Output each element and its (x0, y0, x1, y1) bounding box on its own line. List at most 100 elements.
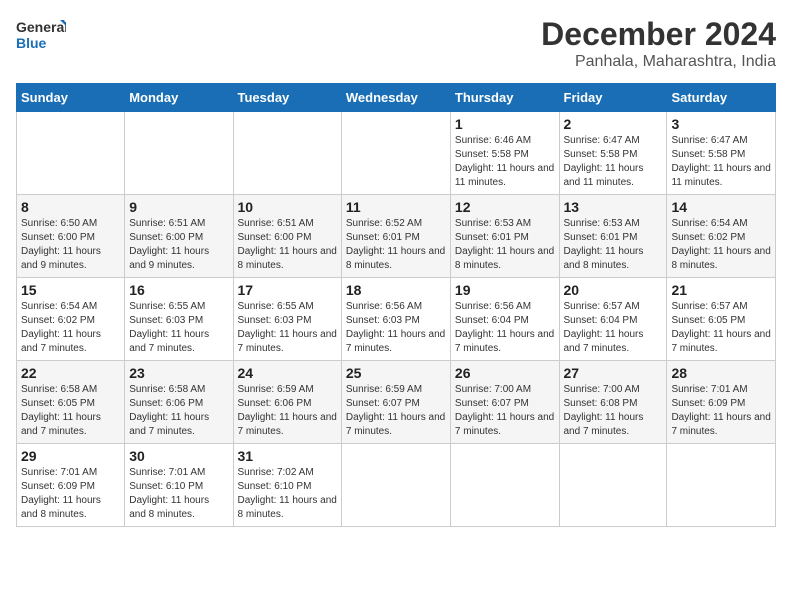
day-number: 11 (346, 199, 446, 215)
calendar-day-cell: 17 Sunrise: 6:55 AMSunset: 6:03 PMDaylig… (233, 278, 341, 361)
day-number: 25 (346, 365, 446, 381)
calendar-day-cell: 10 Sunrise: 6:51 AMSunset: 6:00 PMDaylig… (233, 195, 341, 278)
calendar-day-cell: 19 Sunrise: 6:56 AMSunset: 6:04 PMDaylig… (450, 278, 559, 361)
day-info: Sunrise: 6:55 AMSunset: 6:03 PMDaylight:… (238, 301, 337, 354)
header-wednesday: Wednesday (341, 84, 450, 112)
header-saturday: Saturday (667, 84, 776, 112)
calendar-day-cell: 28 Sunrise: 7:01 AMSunset: 6:09 PMDaylig… (667, 361, 776, 444)
calendar-day-cell (559, 444, 667, 527)
day-info: Sunrise: 6:53 AMSunset: 6:01 PMDaylight:… (455, 218, 554, 271)
day-info: Sunrise: 6:59 AMSunset: 6:06 PMDaylight:… (238, 384, 337, 437)
day-number: 20 (564, 282, 663, 298)
day-info: Sunrise: 6:57 AMSunset: 6:04 PMDaylight:… (564, 301, 644, 354)
title-block: December 2024 Panhala, Maharashtra, Indi… (541, 16, 776, 71)
calendar-week-row: 1 Sunrise: 6:46 AMSunset: 5:58 PMDayligh… (17, 112, 776, 195)
calendar-day-cell: 26 Sunrise: 7:00 AMSunset: 6:07 PMDaylig… (450, 361, 559, 444)
svg-text:General: General (16, 19, 66, 35)
calendar-day-cell: 16 Sunrise: 6:55 AMSunset: 6:03 PMDaylig… (125, 278, 233, 361)
day-number: 16 (129, 282, 228, 298)
day-number: 22 (21, 365, 120, 381)
day-number: 31 (238, 448, 337, 464)
calendar-table: Sunday Monday Tuesday Wednesday Thursday… (16, 83, 776, 527)
day-number: 21 (671, 282, 771, 298)
calendar-day-cell: 12 Sunrise: 6:53 AMSunset: 6:01 PMDaylig… (450, 195, 559, 278)
calendar-day-cell: 20 Sunrise: 6:57 AMSunset: 6:04 PMDaylig… (559, 278, 667, 361)
calendar-day-cell: 27 Sunrise: 7:00 AMSunset: 6:08 PMDaylig… (559, 361, 667, 444)
location-subtitle: Panhala, Maharashtra, India (541, 53, 776, 71)
calendar-day-cell (667, 444, 776, 527)
day-info: Sunrise: 7:01 AMSunset: 6:10 PMDaylight:… (129, 467, 209, 520)
day-info: Sunrise: 6:46 AMSunset: 5:58 PMDaylight:… (455, 135, 554, 188)
day-info: Sunrise: 6:56 AMSunset: 6:04 PMDaylight:… (455, 301, 554, 354)
day-number: 23 (129, 365, 228, 381)
calendar-day-cell: 13 Sunrise: 6:53 AMSunset: 6:01 PMDaylig… (559, 195, 667, 278)
calendar-day-cell (341, 444, 450, 527)
day-number: 10 (238, 199, 337, 215)
calendar-day-cell: 8 Sunrise: 6:50 AMSunset: 6:00 PMDayligh… (17, 195, 125, 278)
header-tuesday: Tuesday (233, 84, 341, 112)
day-number: 1 (455, 116, 555, 132)
day-number: 3 (671, 116, 771, 132)
day-number: 24 (238, 365, 337, 381)
day-info: Sunrise: 6:51 AMSunset: 6:00 PMDaylight:… (129, 218, 209, 271)
day-info: Sunrise: 6:51 AMSunset: 6:00 PMDaylight:… (238, 218, 337, 271)
day-number: 12 (455, 199, 555, 215)
calendar-day-cell: 14 Sunrise: 6:54 AMSunset: 6:02 PMDaylig… (667, 195, 776, 278)
day-info: Sunrise: 7:01 AMSunset: 6:09 PMDaylight:… (671, 384, 770, 437)
logo-icon: General Blue (16, 16, 66, 58)
calendar-day-cell: 9 Sunrise: 6:51 AMSunset: 6:00 PMDayligh… (125, 195, 233, 278)
month-title: December 2024 (541, 16, 776, 53)
calendar-day-cell: 29 Sunrise: 7:01 AMSunset: 6:09 PMDaylig… (17, 444, 125, 527)
calendar-day-cell: 25 Sunrise: 6:59 AMSunset: 6:07 PMDaylig… (341, 361, 450, 444)
calendar-day-cell (233, 112, 341, 195)
day-info: Sunrise: 6:50 AMSunset: 6:00 PMDaylight:… (21, 218, 101, 271)
calendar-day-cell: 15 Sunrise: 6:54 AMSunset: 6:02 PMDaylig… (17, 278, 125, 361)
calendar-week-row: 22 Sunrise: 6:58 AMSunset: 6:05 PMDaylig… (17, 361, 776, 444)
day-info: Sunrise: 7:00 AMSunset: 6:08 PMDaylight:… (564, 384, 644, 437)
day-number: 30 (129, 448, 228, 464)
calendar-day-cell: 18 Sunrise: 6:56 AMSunset: 6:03 PMDaylig… (341, 278, 450, 361)
svg-text:Blue: Blue (16, 35, 47, 51)
calendar-day-cell: 23 Sunrise: 6:58 AMSunset: 6:06 PMDaylig… (125, 361, 233, 444)
calendar-day-cell: 11 Sunrise: 6:52 AMSunset: 6:01 PMDaylig… (341, 195, 450, 278)
day-number: 29 (21, 448, 120, 464)
calendar-day-cell (450, 444, 559, 527)
calendar-day-cell: 3 Sunrise: 6:47 AMSunset: 5:58 PMDayligh… (667, 112, 776, 195)
calendar-day-cell (341, 112, 450, 195)
day-number: 18 (346, 282, 446, 298)
day-info: Sunrise: 6:55 AMSunset: 6:03 PMDaylight:… (129, 301, 209, 354)
header-thursday: Thursday (450, 84, 559, 112)
day-number: 28 (671, 365, 771, 381)
day-info: Sunrise: 6:59 AMSunset: 6:07 PMDaylight:… (346, 384, 445, 437)
header-sunday: Sunday (17, 84, 125, 112)
page-header: General Blue December 2024 Panhala, Maha… (16, 16, 776, 71)
day-number: 9 (129, 199, 228, 215)
day-number: 19 (455, 282, 555, 298)
day-number: 26 (455, 365, 555, 381)
calendar-week-row: 15 Sunrise: 6:54 AMSunset: 6:02 PMDaylig… (17, 278, 776, 361)
day-info: Sunrise: 6:58 AMSunset: 6:06 PMDaylight:… (129, 384, 209, 437)
calendar-day-cell: 21 Sunrise: 6:57 AMSunset: 6:05 PMDaylig… (667, 278, 776, 361)
calendar-day-cell: 31 Sunrise: 7:02 AMSunset: 6:10 PMDaylig… (233, 444, 341, 527)
day-info: Sunrise: 7:01 AMSunset: 6:09 PMDaylight:… (21, 467, 101, 520)
day-number: 27 (564, 365, 663, 381)
day-number: 13 (564, 199, 663, 215)
day-info: Sunrise: 6:53 AMSunset: 6:01 PMDaylight:… (564, 218, 644, 271)
calendar-week-row: 8 Sunrise: 6:50 AMSunset: 6:00 PMDayligh… (17, 195, 776, 278)
day-info: Sunrise: 6:47 AMSunset: 5:58 PMDaylight:… (671, 135, 770, 188)
day-number: 14 (671, 199, 771, 215)
day-info: Sunrise: 6:54 AMSunset: 6:02 PMDaylight:… (21, 301, 101, 354)
day-info: Sunrise: 6:47 AMSunset: 5:58 PMDaylight:… (564, 135, 644, 188)
day-info: Sunrise: 6:54 AMSunset: 6:02 PMDaylight:… (671, 218, 770, 271)
calendar-week-row: 29 Sunrise: 7:01 AMSunset: 6:09 PMDaylig… (17, 444, 776, 527)
calendar-day-cell: 1 Sunrise: 6:46 AMSunset: 5:58 PMDayligh… (450, 112, 559, 195)
calendar-header-row: Sunday Monday Tuesday Wednesday Thursday… (17, 84, 776, 112)
logo: General Blue (16, 16, 66, 58)
header-friday: Friday (559, 84, 667, 112)
day-info: Sunrise: 6:57 AMSunset: 6:05 PMDaylight:… (671, 301, 770, 354)
day-info: Sunrise: 6:56 AMSunset: 6:03 PMDaylight:… (346, 301, 445, 354)
day-info: Sunrise: 7:02 AMSunset: 6:10 PMDaylight:… (238, 467, 337, 520)
calendar-day-cell: 24 Sunrise: 6:59 AMSunset: 6:06 PMDaylig… (233, 361, 341, 444)
day-info: Sunrise: 6:52 AMSunset: 6:01 PMDaylight:… (346, 218, 445, 271)
calendar-day-cell: 2 Sunrise: 6:47 AMSunset: 5:58 PMDayligh… (559, 112, 667, 195)
